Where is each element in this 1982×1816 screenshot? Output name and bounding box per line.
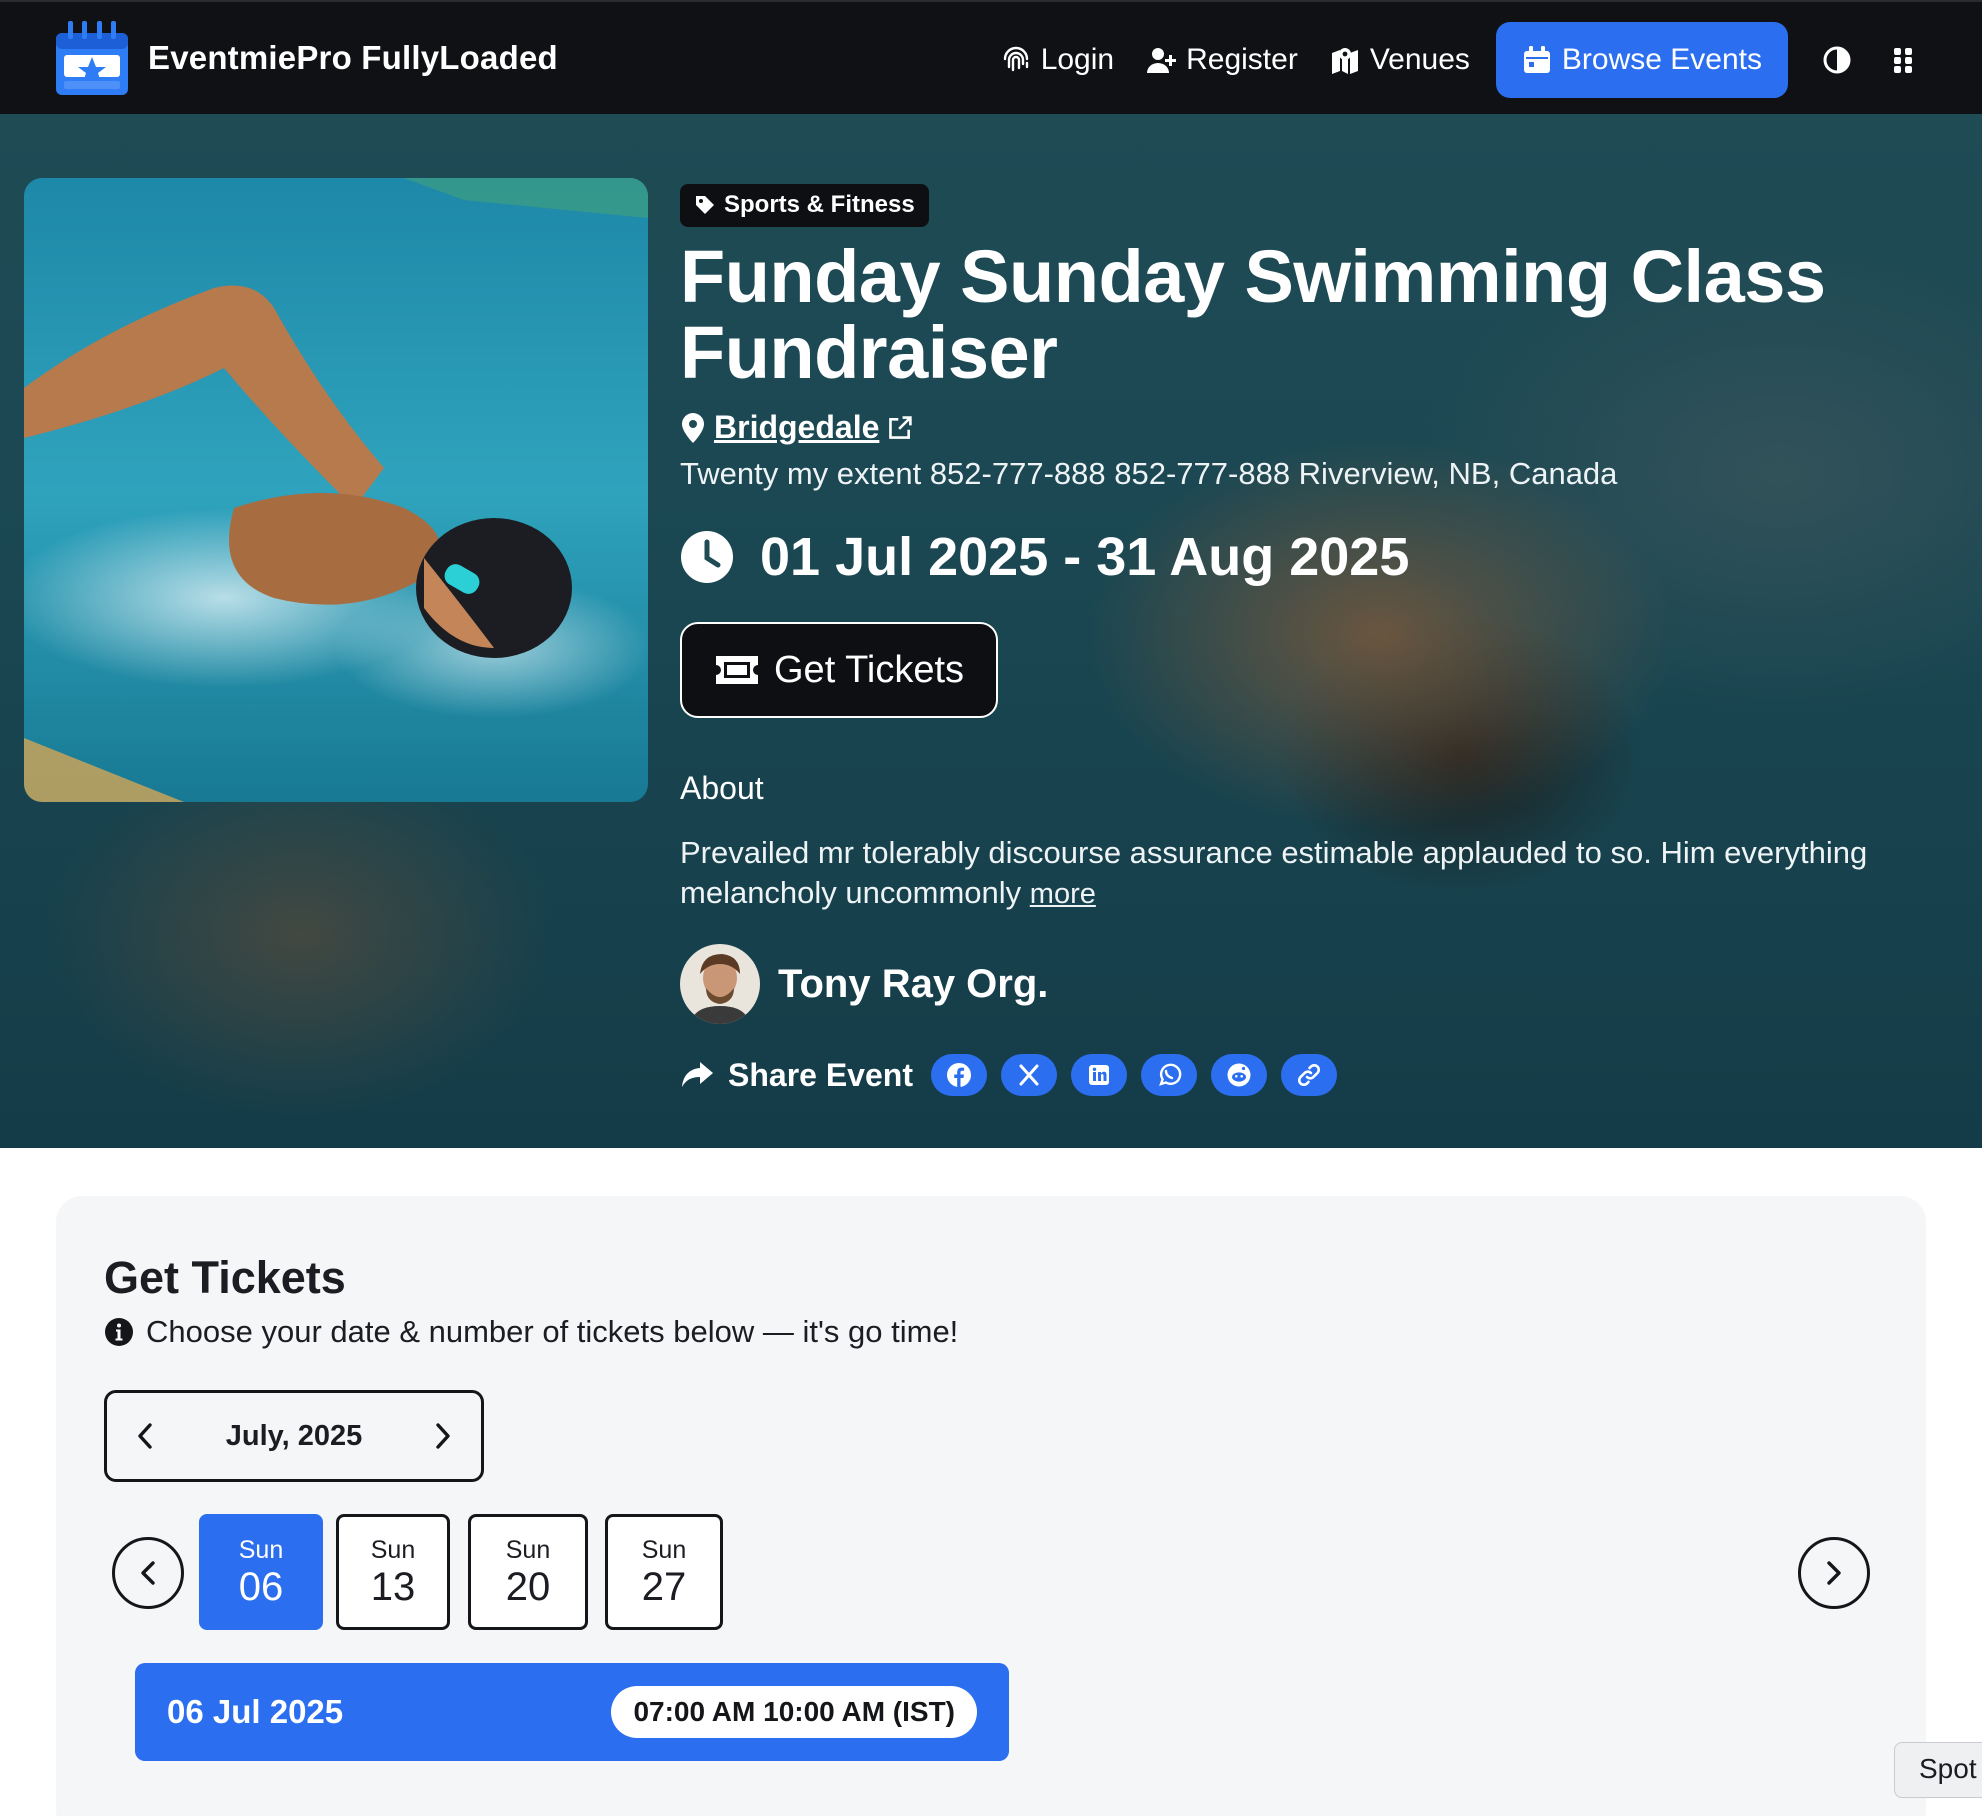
- tickets-subtitle-text: Choose your date & number of tickets bel…: [146, 1314, 959, 1349]
- brand-name: EventmiePro FullyLoaded: [148, 39, 558, 76]
- nav-login[interactable]: Login: [985, 22, 1130, 98]
- link-icon: [1297, 1063, 1320, 1087]
- get-tickets-button[interactable]: Get Tickets: [680, 622, 999, 718]
- theme-toggle-button[interactable]: [1804, 22, 1870, 98]
- x-icon: [1019, 1064, 1039, 1086]
- external-link-icon[interactable]: [887, 412, 913, 444]
- event-hero: Sports & Fitness Funday Sunday Swimming …: [0, 114, 1982, 1148]
- date-number: 20: [505, 1564, 551, 1609]
- organizer-row[interactable]: Tony Ray Org.: [680, 944, 1940, 1024]
- linkedin-icon: [1088, 1065, 1109, 1085]
- share-linkedin-button[interactable]: [1070, 1054, 1127, 1096]
- chevron-left-icon: [141, 1561, 155, 1585]
- month-label: July, 2025: [225, 1419, 363, 1452]
- map-icon: [1331, 48, 1358, 74]
- grid-dots-icon: [1894, 48, 1912, 73]
- share-x-button[interactable]: [1000, 1054, 1057, 1096]
- brand-logo-icon: [56, 21, 128, 95]
- date-option[interactable]: Sun 20: [468, 1514, 588, 1630]
- spot-tab[interactable]: Spot: [1894, 1742, 1982, 1798]
- organizer-avatar: [680, 944, 760, 1024]
- brand[interactable]: EventmiePro FullyLoaded: [54, 18, 558, 98]
- category-badge[interactable]: Sports & Fitness: [680, 184, 929, 227]
- user-plus-icon: [1147, 48, 1177, 73]
- nav-browse-events[interactable]: Browse Events: [1495, 22, 1788, 98]
- whatsapp-icon: [1159, 1063, 1182, 1086]
- nav-register-label: Register: [1186, 43, 1298, 76]
- share-row: Share Event: [680, 1054, 1940, 1096]
- info-icon: [105, 1318, 133, 1346]
- menu-button[interactable]: [1870, 22, 1936, 98]
- get-tickets-label: Get Tickets: [774, 648, 965, 691]
- share-reddit-button[interactable]: [1210, 1054, 1267, 1096]
- date-option[interactable]: Sun 06: [199, 1514, 323, 1630]
- event-cover-image: [24, 178, 648, 802]
- date-weekday: Sun: [370, 1535, 416, 1564]
- category-label: Sports & Fitness: [724, 191, 915, 218]
- map-pin-icon: [682, 412, 704, 443]
- share-label: Share Event: [680, 1057, 913, 1094]
- tag-icon: [696, 196, 714, 214]
- share-copy-link-button[interactable]: [1280, 1054, 1337, 1096]
- date-weekday: Sun: [505, 1535, 551, 1564]
- tickets-title: Get Tickets: [104, 1252, 346, 1303]
- nav-browse-events-label: Browse Events: [1561, 43, 1762, 76]
- about-text: Prevailed mr tolerably discourse assuran…: [680, 833, 1940, 914]
- calendar-icon: [1523, 46, 1550, 73]
- clock-icon: [681, 531, 733, 583]
- fingerprint-icon: [1003, 46, 1028, 72]
- share-whatsapp-button[interactable]: [1140, 1054, 1197, 1096]
- ticket-icon: [716, 656, 758, 684]
- share-facebook-button[interactable]: [930, 1054, 987, 1096]
- reddit-icon: [1227, 1063, 1251, 1087]
- venue-row: Bridgedale: [680, 409, 1940, 446]
- about-body: Prevailed mr tolerably discourse assuran…: [680, 835, 1868, 910]
- month-picker: July, 2025: [104, 1390, 484, 1482]
- time-slot-row[interactable]: 06 Jul 2025 07:00 AM 10:00 AM (IST): [135, 1663, 1009, 1761]
- top-navbar: EventmiePro FullyLoaded Login Register V…: [0, 0, 1982, 114]
- date-option[interactable]: Sun 27: [605, 1514, 723, 1630]
- chevron-right-icon: [1827, 1561, 1841, 1585]
- tickets-subtitle: Choose your date & number of tickets bel…: [104, 1314, 958, 1350]
- date-weekday: Sun: [641, 1535, 687, 1564]
- nav-venues-label: Venues: [1369, 43, 1470, 76]
- slot-date: 06 Jul 2025: [167, 1693, 344, 1730]
- event-info: Sports & Fitness Funday Sunday Swimming …: [680, 184, 1940, 1096]
- date-number: 06: [238, 1564, 284, 1609]
- half-circle-icon: [1823, 46, 1851, 74]
- event-date-row: 01 Jul 2025 - 31 Aug 2025: [680, 526, 1940, 588]
- about-heading: About: [680, 770, 764, 806]
- read-more-link[interactable]: more: [1030, 878, 1096, 910]
- date-number: 13: [370, 1564, 416, 1609]
- dates-next-button[interactable]: [1798, 1537, 1870, 1609]
- nav-register[interactable]: Register: [1130, 22, 1314, 98]
- nav-links: Login Register Venues Browse Events: [985, 22, 1936, 98]
- venue-address: Twenty my extent 852-777-888 852-777-888…: [680, 456, 1618, 491]
- date-number: 27: [641, 1564, 687, 1609]
- nav-venues[interactable]: Venues: [1314, 22, 1486, 98]
- date-weekday: Sun: [238, 1535, 284, 1564]
- organizer-name: Tony Ray Org.: [778, 961, 1049, 1006]
- chevron-left-icon[interactable]: [133, 1421, 157, 1451]
- event-dates: 01 Jul 2025 - 31 Aug 2025: [760, 527, 1410, 587]
- event-title: Funday Sunday Swimming Class Fundraiser: [680, 235, 1826, 394]
- dates-prev-button[interactable]: [112, 1537, 184, 1609]
- venue-link[interactable]: Bridgedale: [714, 409, 879, 446]
- slot-time-badge[interactable]: 07:00 AM 10:00 AM (IST): [611, 1686, 977, 1738]
- nav-login-label: Login: [1040, 43, 1115, 76]
- share-label-text: Share Event: [728, 1056, 913, 1093]
- date-option[interactable]: Sun 13: [336, 1514, 450, 1630]
- facebook-icon: [946, 1063, 971, 1087]
- share-arrow-icon: [682, 1062, 713, 1087]
- chevron-right-icon[interactable]: [431, 1421, 455, 1451]
- get-tickets-section: Get Tickets Choose your date & number of…: [56, 1196, 1926, 1816]
